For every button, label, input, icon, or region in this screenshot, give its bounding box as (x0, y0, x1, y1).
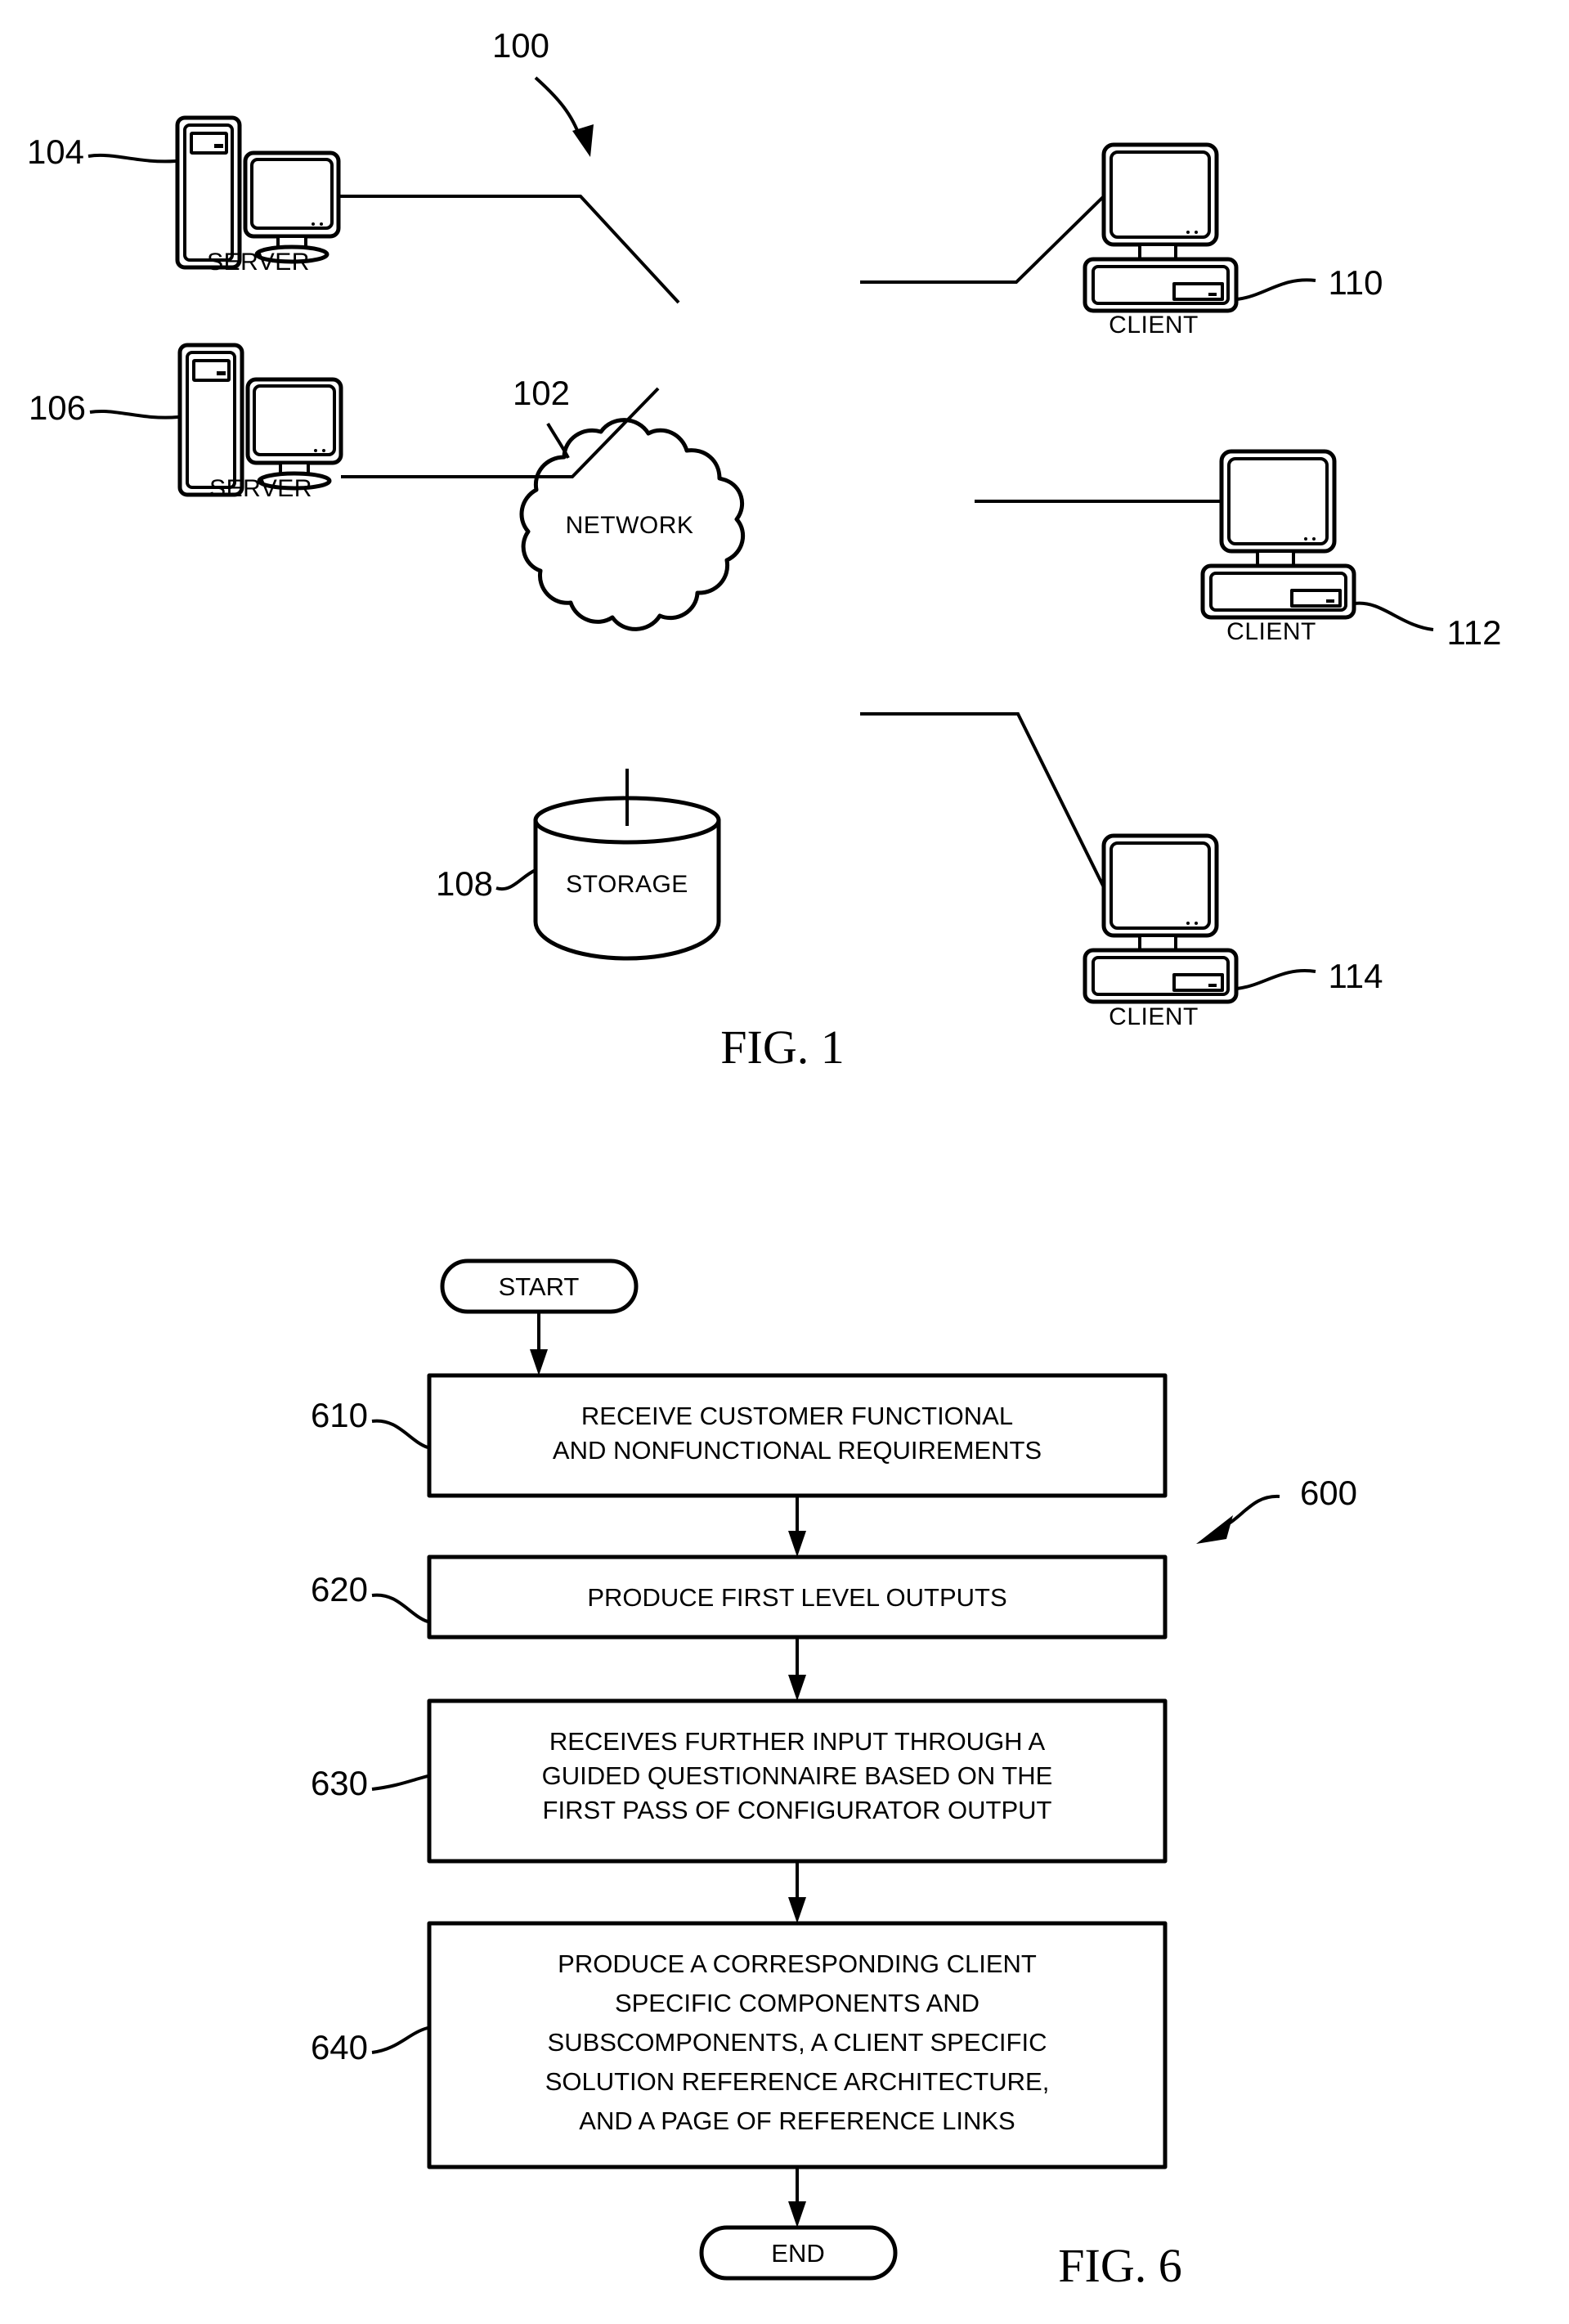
step-640-line-3: SUBSCOMPONENTS, A CLIENT SPECIFIC (548, 2028, 1047, 2057)
ref-label-610: 610 (311, 1396, 368, 1434)
flow-step-630: RECEIVES FURTHER INPUT THROUGH A GUIDED … (311, 1698, 1168, 1864)
step-630-line-2: GUIDED QUESTIONNAIRE BASED ON THE (542, 1761, 1053, 1790)
ref-620-leader (371, 1593, 428, 1623)
ref-640-leader (371, 2026, 428, 2054)
figure-1-caption: FIG. 1 (720, 1021, 844, 1074)
ref-110-leader (1236, 278, 1316, 301)
flow-step-610: RECEIVE CUSTOMER FUNCTIONAL AND NONFUNCT… (311, 1373, 1168, 1498)
link-server104-to-network (338, 195, 680, 304)
step-640-line-5: AND A PAGE OF REFERENCE LINKS (579, 2106, 1015, 2135)
step-610-line-2: AND NONFUNCTIONAL REQUIREMENTS (553, 1436, 1042, 1465)
flow-terminal-end: END (699, 2225, 898, 2281)
ref-label-620: 620 (311, 1570, 368, 1608)
ref-104-leader (87, 153, 177, 164)
flow-step-620: PRODUCE FIRST LEVEL OUTPUTS 620 (311, 1555, 1168, 1640)
flow-arrow-630-to-640 (788, 1861, 806, 1923)
ref-630-leader (371, 1774, 428, 1791)
step-620-line-1: PRODUCE FIRST LEVEL OUTPUTS (587, 1583, 1006, 1612)
patent-drawing-sheet: 100 SERVER 104 SERVER 106 NETWORK 102 ST… (0, 0, 1569, 2324)
ref-label-112: 112 (1447, 613, 1502, 652)
client-110-label: CLIENT (1109, 312, 1199, 339)
client-114-monitor (1101, 833, 1219, 952)
flow-arrow-610-to-620 (788, 1496, 806, 1557)
client-110-base-unit (1083, 257, 1239, 313)
figure-6-flowchart: 600 START RECEIVE CUSTOMER FUNCTIONAL AN… (311, 1258, 1357, 2292)
server-104-label: SERVER (207, 249, 310, 276)
start-terminal-label: START (499, 1272, 580, 1301)
ref-114-leader (1236, 969, 1316, 990)
client-112: CLIENT 112 (1200, 449, 1502, 652)
step-610-line-1: RECEIVE CUSTOMER FUNCTIONAL (581, 1402, 1013, 1430)
end-terminal-label: END (771, 2239, 824, 2268)
storage-108: STORAGE 108 (436, 796, 721, 961)
server-104-monitor (243, 150, 341, 264)
figure-1-network-diagram: 100 SERVER 104 SERVER 106 NETWORK 102 ST… (27, 26, 1502, 1074)
ref-label-108: 108 (436, 864, 493, 903)
cloud-label: NETWORK (566, 512, 694, 539)
server-104-tower (175, 115, 242, 270)
network-cloud-102: NETWORK 102 (513, 374, 746, 631)
step-630-line-1: RECEIVES FURTHER INPUT THROUGH A (549, 1727, 1046, 1756)
ref-label-102: 102 (513, 374, 570, 412)
step-640-line-2: SPECIFIC COMPONENTS AND (615, 1989, 980, 2017)
step-630-line-3: FIRST PASS OF CONFIGURATOR OUTPUT (543, 1796, 1052, 1824)
client-112-label: CLIENT (1226, 618, 1316, 645)
step-640-line-4: SOLUTION REFERENCE ARCHITECTURE, (545, 2067, 1050, 2096)
client-110: CLIENT 110 (1083, 142, 1383, 339)
server-106: SERVER 106 (29, 343, 343, 502)
server-106-label: SERVER (209, 475, 312, 502)
server-106-tower (177, 343, 244, 497)
ref-label-114: 114 (1329, 957, 1383, 995)
ref-label-630: 630 (311, 1764, 368, 1802)
server-106-monitor (245, 377, 343, 491)
client-112-monitor (1219, 449, 1337, 568)
flow-arrow-640-to-end (788, 2167, 806, 2228)
ref-label-106: 106 (29, 388, 86, 427)
ref-label-100: 100 (492, 26, 549, 65)
ref-600-arrowhead (1196, 1515, 1233, 1544)
step-640-line-1: PRODUCE A CORRESPONDING CLIENT (558, 1949, 1037, 1978)
server-104: SERVER 104 (27, 115, 341, 276)
ref-106-leader (89, 410, 179, 419)
flow-arrow-620-to-630 (788, 1637, 806, 1701)
process-ref-600-callout: 600 (1196, 1474, 1357, 1544)
ref-108-leader (495, 868, 536, 891)
flow-step-640: PRODUCE A CORRESPONDING CLIENT SPECIFIC … (311, 1921, 1168, 2169)
client-114-label: CLIENT (1109, 1003, 1199, 1030)
ref-112-leader (1354, 601, 1434, 631)
ref-100-leader-curve (534, 76, 582, 140)
figure-6-caption: FIG. 6 (1058, 2239, 1181, 2292)
link-network-to-client110 (860, 195, 1105, 284)
link-network-to-client114 (860, 712, 1105, 888)
ref-102-leader (546, 422, 570, 459)
storage-label: STORAGE (566, 871, 688, 898)
system-ref-100-callout: 100 (492, 26, 594, 157)
ref-label-600: 600 (1300, 1474, 1357, 1512)
ref-label-104: 104 (27, 132, 84, 171)
ref-label-640: 640 (311, 2028, 368, 2066)
flow-arrow-start-to-610 (530, 1312, 548, 1375)
client-114: CLIENT 114 (1083, 833, 1383, 1030)
ref-610-leader (371, 1419, 428, 1449)
client-112-base-unit (1200, 563, 1356, 620)
ref-label-110: 110 (1329, 263, 1383, 302)
flow-terminal-start: START (440, 1258, 639, 1314)
client-110-monitor (1101, 142, 1219, 261)
client-114-base-unit (1083, 948, 1239, 1004)
